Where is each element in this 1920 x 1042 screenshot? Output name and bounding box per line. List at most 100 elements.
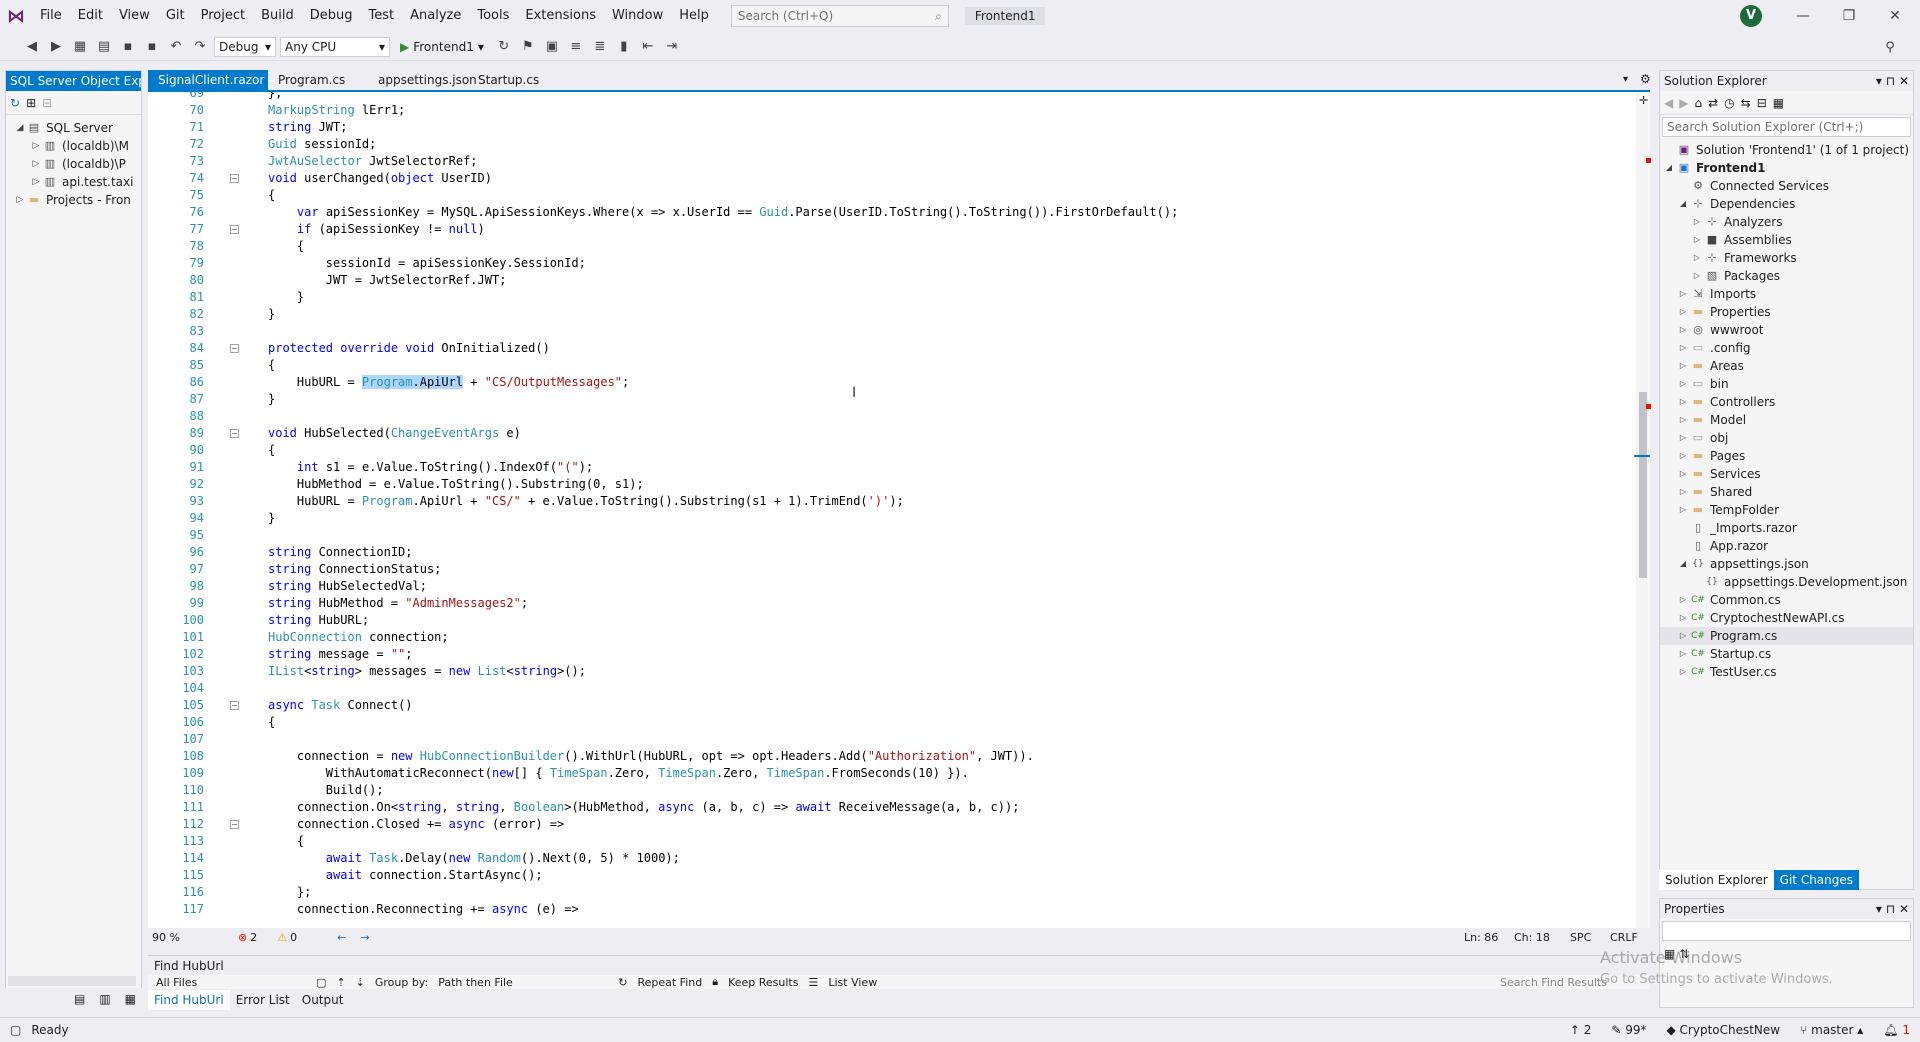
notifications-indicator[interactable]: 🔔︎ 1: [1873, 1023, 1920, 1037]
tab-startup-cs[interactable]: Startup.cs: [468, 70, 568, 90]
next-result-icon[interactable]: ⇣: [356, 976, 365, 989]
expand-arrow-icon[interactable]: ▷: [1676, 627, 1690, 645]
vertical-scrollbar[interactable]: [1636, 92, 1650, 928]
code-line[interactable]: HubConnection connection;: [268, 629, 449, 646]
split-icon[interactable]: ✛: [1639, 94, 1648, 107]
code-line[interactable]: async Task Connect(): [268, 697, 413, 714]
avatar[interactable]: V: [1740, 5, 1762, 27]
server-explorer-icon[interactable]: ▦: [125, 992, 136, 1006]
redo-icon[interactable]: ↷: [190, 37, 210, 57]
tree-item[interactable]: ▷ ▥ (localdb)\M: [6, 137, 141, 155]
menu-tools[interactable]: Tools: [469, 0, 517, 32]
solution-item[interactable]: ▷ ▭ bin: [1660, 375, 1913, 393]
expand-arrow-icon[interactable]: ▷: [1676, 393, 1690, 411]
code-line[interactable]: string HubURL;: [268, 612, 369, 629]
expand-arrow-icon[interactable]: ◢: [1662, 159, 1676, 177]
expand-arrow-icon[interactable]: ▷: [1676, 663, 1690, 681]
new-project-icon[interactable]: ▦: [70, 37, 90, 57]
solution-item[interactable]: ▷ ⊹ Analyzers: [1660, 213, 1913, 231]
close-button[interactable]: ✕: [1872, 0, 1918, 32]
expand-arrow-icon[interactable]: ▷: [1676, 429, 1690, 447]
tree-item[interactable]: ◢ ▤ SQL Server: [6, 119, 141, 137]
show-all-files-icon[interactable]: ▦: [1773, 96, 1784, 110]
code-line[interactable]: HubURL = Program.ApiUrl + "CS/" + e.Valu…: [268, 493, 904, 510]
error-count[interactable]: 2: [250, 931, 257, 944]
solution-item[interactable]: ▯ App.razor: [1660, 537, 1913, 555]
solution-item[interactable]: ▯ _Imports.razor: [1660, 519, 1913, 537]
solution-item[interactable]: ◢ ⊹ Dependencies: [1660, 195, 1913, 213]
solution-item[interactable]: ▷ C# CryptochestNewAPI.cs: [1660, 609, 1913, 627]
repo-indicator[interactable]: ◆ CryptoChestNew: [1656, 1023, 1790, 1037]
solution-item[interactable]: ▷ ▬ Controllers: [1660, 393, 1913, 411]
panel-controls[interactable]: ▾ ⊓ ✕: [1876, 71, 1909, 91]
sync-icon[interactable]: ⇆: [1741, 96, 1751, 110]
tab-solution-explorer[interactable]: Solution Explorer: [1659, 870, 1774, 890]
solution-item[interactable]: ▷ ■ Assemblies: [1660, 231, 1913, 249]
push-indicator[interactable]: ↑ 2: [1560, 1023, 1602, 1037]
code-line[interactable]: void HubSelected(ChangeEventArgs e): [268, 425, 521, 442]
code-line[interactable]: Build();: [268, 782, 384, 799]
code-line[interactable]: };: [268, 92, 282, 102]
fold-toggle-icon[interactable]: −: [230, 344, 239, 353]
code-line[interactable]: JwtAuSelector JwtSelectorRef;: [268, 153, 478, 170]
menu-test[interactable]: Test: [361, 0, 403, 32]
tab-program-cs[interactable]: Program.cs: [268, 70, 368, 90]
code-line[interactable]: string ConnectionID;: [268, 544, 413, 561]
fold-toggle-icon[interactable]: −: [230, 174, 239, 183]
solution-item[interactable]: ▷ ▬ TempFolder: [1660, 501, 1913, 519]
code-line[interactable]: string HubSelectedVal;: [268, 578, 427, 595]
solution-tab-icon[interactable]: ▤: [74, 992, 85, 1006]
code-line[interactable]: connection = new HubConnectionBuilder().…: [268, 748, 1034, 765]
expand-arrow-icon[interactable]: ▷: [1676, 447, 1690, 465]
code-line[interactable]: string JWT;: [268, 119, 347, 136]
code-line[interactable]: int s1 = e.Value.ToString().IndexOf("(")…: [268, 459, 593, 476]
refresh-icon[interactable]: ↻: [494, 37, 514, 57]
pending-changes-icon[interactable]: ◷: [1724, 96, 1734, 110]
code-line[interactable]: sessionId = apiSessionKey.SessionId;: [268, 255, 586, 272]
solution-item[interactable]: ▷ ▬ Pages: [1660, 447, 1913, 465]
solution-item[interactable]: ▷ ▬ Areas: [1660, 357, 1913, 375]
expand-arrow-icon[interactable]: ▷: [1676, 375, 1690, 393]
solution-item[interactable]: ▷ ▬ Model: [1660, 411, 1913, 429]
code-editor[interactable]: 69 70 71 72 73 74 − 75 76 77 − 78 79 80 81 82 83 84 − 85 86 8…: [148, 90, 1650, 928]
expand-arrow-icon[interactable]: ▷: [1690, 267, 1704, 285]
save-all-icon[interactable]: ▪: [142, 37, 162, 57]
tree-item[interactable]: ▷ ▥ (localdb)\P: [6, 155, 141, 173]
prev-bookmark-icon[interactable]: ⇤: [638, 37, 658, 57]
tree-item[interactable]: ▷ ▬ Projects - Fron: [6, 191, 141, 209]
refresh-icon[interactable]: ↻: [10, 96, 20, 110]
solution-item[interactable]: ▷ ▧ Packages: [1660, 267, 1913, 285]
expand-arrow-icon[interactable]: ▷: [1676, 501, 1690, 519]
configuration-dropdown[interactable]: Debug ▾: [214, 36, 276, 57]
solution-item[interactable]: ▷ ▬ Properties: [1660, 303, 1913, 321]
code-line[interactable]: {: [268, 833, 304, 850]
expand-arrow-icon[interactable]: ▷: [1690, 249, 1704, 267]
tree-item[interactable]: ▷ ▥ api.test.taxi: [6, 173, 141, 191]
code-line[interactable]: }: [268, 289, 304, 306]
solution-item[interactable]: ◢{} appsettings.json: [1660, 555, 1913, 573]
tab-find-huburl[interactable]: Find HubUrl: [148, 990, 230, 1010]
fold-toggle-icon[interactable]: −: [230, 701, 239, 710]
branch-indicator[interactable]: ⑂ master ▴: [1790, 1023, 1873, 1037]
clear-icon[interactable]: ▢: [316, 976, 326, 989]
menu-extensions[interactable]: Extensions: [517, 0, 604, 32]
scope-dropdown[interactable]: All Files: [156, 976, 306, 989]
code-line[interactable]: {: [268, 187, 275, 204]
back-icon[interactable]: ◀: [1664, 96, 1673, 110]
zoom-level[interactable]: 90 %: [148, 931, 208, 944]
home-icon[interactable]: ⌂: [1694, 96, 1702, 110]
solution-item[interactable]: ⚙ Connected Services: [1660, 177, 1913, 195]
team-explorer-icon[interactable]: ▥: [99, 992, 110, 1006]
solution-item[interactable]: ▷ ▭ obj: [1660, 429, 1913, 447]
nav-forward-icon[interactable]: →: [360, 931, 369, 944]
scroll-thumb[interactable]: [1639, 392, 1647, 578]
tab-output[interactable]: Output: [296, 990, 350, 1010]
solution-item[interactable]: ▣ Solution 'Frontend1' (1 of 1 project): [1660, 141, 1913, 159]
menu-edit[interactable]: Edit: [70, 0, 111, 32]
add-server-icon[interactable]: ⊞: [26, 96, 36, 110]
run-button[interactable]: ▶ Frontend1 ▾: [394, 40, 490, 54]
menu-window[interactable]: Window: [604, 0, 671, 32]
solution-item[interactable]: ◢ ▣ Frontend1: [1660, 159, 1913, 177]
code-line[interactable]: var apiSessionKey = MySQL.ApiSessionKeys…: [268, 204, 1178, 221]
uncomment-icon[interactable]: ≣: [590, 37, 610, 57]
